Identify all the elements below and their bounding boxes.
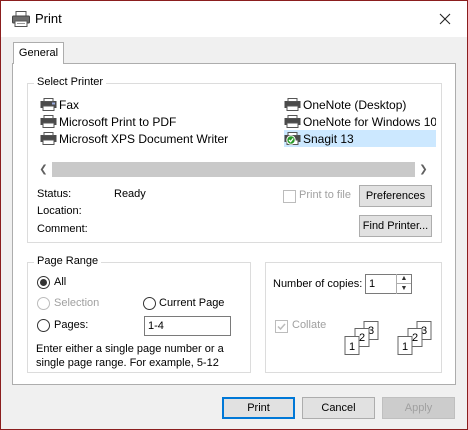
scroll-right-icon[interactable]: ❯ [415,161,432,178]
find-printer-button[interactable]: Find Printer... [359,215,432,237]
select-printer-legend: Select Printer [34,76,107,88]
radio-dot [40,279,47,286]
printer-name: OneNote for Windows 10 [303,114,436,129]
printer-icon [40,132,57,145]
print-dialog: Print General Select Printer Fax Microso… [0,0,468,430]
number-of-copies-label: Number of copies: [273,278,363,290]
svg-text:1: 1 [402,341,408,353]
svg-text:2: 2 [412,332,418,344]
all-radio[interactable] [37,276,50,289]
printer-icon [40,115,57,128]
page-range-legend: Page Range [34,255,102,267]
pages-radio[interactable] [37,319,50,332]
fax-printer-icon [40,98,57,111]
title-bar: Print [1,1,467,37]
pages-input[interactable]: 1-4 [144,316,231,336]
current-page-radio[interactable] [143,297,156,310]
print-to-file-label: Print to file [299,189,351,201]
svg-text:2: 2 [359,332,365,344]
svg-text:1: 1 [349,341,355,353]
apply-button[interactable]: Apply [382,397,455,419]
print-button[interactable]: Print [222,397,295,419]
printer-name: OneNote (Desktop) [303,97,407,112]
printer-item-microsoft-print-to-pdf[interactable]: Microsoft Print to PDF [40,113,176,130]
window-title: Print [35,11,62,26]
printer-name: Snagit 13 [303,131,354,146]
printer-name: Fax [59,97,80,112]
scrollbar-thumb[interactable] [52,162,415,177]
printer-item-onenote-desktop[interactable]: OneNote (Desktop) [284,96,406,113]
close-icon[interactable] [433,7,457,31]
printer-list-scrollbar[interactable]: ❮ ❯ [35,161,432,178]
current-page-label: Current Page [159,297,225,309]
printer-list[interactable]: Fax Microsoft Print to PDF Microsoft XPS… [29,96,441,156]
all-label: All [54,276,67,288]
preferences-button[interactable]: Preferences [359,185,432,207]
printer-item-fax[interactable]: Fax [40,96,79,113]
default-printer-icon [284,132,301,145]
location-label: Location: [37,205,82,217]
printer-item-snagit-13[interactable]: Snagit 13 [284,130,436,147]
selection-label: Selection [54,297,100,309]
pages-label: Pages: [54,319,89,331]
spin-up-icon[interactable]: ▲ [397,274,411,283]
status-value: Ready [114,188,146,200]
cancel-button[interactable]: Cancel [302,397,375,419]
number-of-copies-value: 1 [369,278,376,290]
selection-radio[interactable] [37,297,50,310]
collate-label: Collate [292,319,327,331]
copies-spinner[interactable]: ▲ ▼ [396,274,411,294]
printer-icon [284,98,301,111]
comment-label: Comment: [37,223,88,235]
printer-name: Microsoft XPS Document Writer [59,131,229,146]
printer-item-onenote-for-windows-10[interactable]: OneNote for Windows 10 [284,113,436,130]
printer-name: Microsoft Print to PDF [59,114,177,129]
status-label: Status: [37,188,72,200]
collate-checkbox[interactable] [275,320,288,333]
printer-icon [12,11,30,27]
collate-pages-icon: 3 2 1 3 2 1 [344,321,434,357]
printer-item-microsoft-xps-document-writer[interactable]: Microsoft XPS Document Writer [40,130,228,147]
print-to-file-checkbox[interactable] [283,190,296,203]
tab-general[interactable]: General [13,42,64,64]
printer-icon [284,115,301,128]
page-range-hint: Enter either a single page number or a s… [36,343,224,369]
scroll-left-icon[interactable]: ❮ [35,161,52,178]
tab-label: General [18,47,59,59]
spin-down-icon[interactable]: ▼ [397,283,411,292]
